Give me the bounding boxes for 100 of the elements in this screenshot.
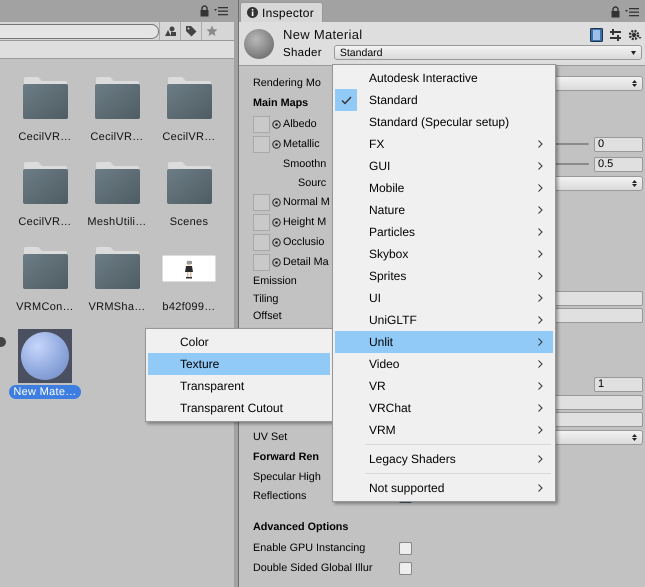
picker-icon[interactable]	[272, 258, 281, 266]
asset-name[interactable]: Scenes	[166, 215, 212, 229]
asset-name[interactable]: CecilVR…	[158, 130, 220, 144]
chevron-icon	[538, 404, 543, 412]
folder-icon[interactable]	[166, 76, 212, 120]
picker-icon[interactable]	[272, 120, 281, 128]
settings-icon[interactable]	[628, 28, 642, 42]
menu-item[interactable]: Unlit	[335, 331, 553, 353]
menu-item-label: Mobile	[369, 181, 404, 195]
menu-item[interactable]: Texture	[148, 353, 330, 375]
menu-item[interactable]: GUI	[335, 155, 553, 177]
lock-icon[interactable]	[610, 6, 621, 18]
menu-item-label: Not supported	[369, 481, 444, 495]
shapes-icon	[164, 26, 176, 36]
asset-name[interactable]: MeshUtili…	[83, 215, 151, 229]
menu-item[interactable]: UI	[335, 287, 553, 309]
property-label: Reflections	[253, 490, 306, 502]
menu-item-label: Legacy Shaders	[369, 452, 456, 466]
folder-icon[interactable]	[22, 246, 68, 290]
menu-item[interactable]: Legacy Shaders	[335, 448, 553, 470]
chevron-icon	[538, 426, 543, 434]
chevron-icon	[538, 455, 543, 463]
lock-icon[interactable]	[199, 5, 210, 17]
menu-item[interactable]: Color	[148, 331, 330, 353]
sliders-icon[interactable]	[609, 28, 622, 42]
property-label: Height M	[283, 216, 326, 228]
menu-item[interactable]: Particles	[335, 221, 553, 243]
folder-icon[interactable]	[22, 161, 68, 205]
chevron-icon	[538, 140, 543, 148]
property-label: Sourc	[298, 177, 326, 189]
book-icon[interactable]	[590, 28, 603, 42]
menu-item[interactable]: Autodesk Interactive	[335, 67, 553, 89]
menu-item-label: Standard (Specular setup)	[369, 115, 510, 129]
inspector-tab[interactable]: Inspector	[240, 2, 324, 22]
menu-item-label: GUI	[369, 159, 390, 173]
menu-icon[interactable]	[625, 7, 639, 17]
value-field[interactable]: 1	[594, 376, 643, 392]
menu-item[interactable]: Video	[335, 353, 553, 375]
asset-name[interactable]: CecilVR…	[14, 130, 76, 144]
shader-label: Shader	[283, 46, 322, 58]
folder-icon[interactable]	[94, 246, 140, 290]
menu-item-label: Particles	[369, 225, 416, 239]
checkbox[interactable]	[399, 542, 412, 554]
picker-icon[interactable]	[272, 140, 281, 148]
property-label: Double Sided Global Illur	[253, 562, 372, 574]
menu-item-label: Standard	[369, 93, 418, 107]
menu-item[interactable]: Nature	[335, 199, 553, 221]
folder-icon[interactable]	[94, 161, 140, 205]
picker-icon[interactable]	[272, 198, 281, 206]
menu-item[interactable]: VRChat	[335, 397, 553, 419]
menu-item[interactable]: Standard (Specular setup)	[335, 111, 553, 133]
picker-icon[interactable]	[272, 238, 281, 246]
property-label: Emission	[253, 275, 297, 287]
menu-item-label: Transparent Cutout	[180, 401, 283, 415]
value-field[interactable]: 0	[594, 136, 643, 152]
property-label: Metallic	[283, 138, 320, 150]
chevron-icon	[538, 272, 543, 280]
menu-item-label: Unlit	[369, 335, 394, 349]
asset-name[interactable]: New Mate…	[9, 385, 81, 399]
property-label: Albedo	[283, 118, 317, 130]
checkbox[interactable]	[399, 562, 412, 574]
menu-item[interactable]: VR	[335, 375, 553, 397]
asset-name[interactable]: b42f099…	[158, 300, 220, 314]
menu-item[interactable]: Skybox	[335, 243, 553, 265]
menu-item-label: Nature	[369, 203, 406, 217]
folder-icon[interactable]	[166, 161, 212, 205]
property-label: Rendering Mo	[253, 77, 321, 89]
folder-icon[interactable]	[94, 76, 140, 120]
property-label: Normal M	[283, 196, 330, 208]
menu-item-label: Autodesk Interactive	[369, 71, 478, 85]
menu-item-label: UniGLTF	[369, 313, 417, 327]
material-thumbnail[interactable]	[18, 329, 72, 383]
section-header: Forward Ren	[253, 451, 319, 463]
property-label: Specular High	[253, 471, 321, 483]
menu-icon[interactable]	[214, 6, 228, 16]
search-field[interactable]	[0, 24, 159, 38]
caret-icon	[632, 434, 637, 440]
menu-item[interactable]: VRM	[335, 419, 553, 441]
menu-item[interactable]: FX	[335, 133, 553, 155]
menu-item[interactable]: Transparent Cutout	[148, 397, 330, 419]
chevron-icon	[538, 162, 543, 170]
menu-item[interactable]: Mobile	[335, 177, 553, 199]
menu-item[interactable]: Transparent	[148, 375, 330, 397]
chevron-icon	[538, 338, 543, 346]
menu-item[interactable]: Sprites	[335, 265, 553, 287]
picker-icon[interactable]	[272, 218, 281, 226]
folder-icon[interactable]	[22, 76, 68, 120]
chevron-icon	[538, 228, 543, 236]
material-preview	[244, 28, 274, 58]
shader-dropdown[interactable]: Standard	[334, 45, 642, 60]
chevron-icon	[538, 360, 543, 368]
asset-name[interactable]: VRMCon…	[12, 300, 78, 314]
asset-name[interactable]: CecilVR…	[14, 215, 76, 229]
asset-name[interactable]: CecilVR…	[86, 130, 148, 144]
asset-name[interactable]: VRMSha…	[84, 300, 150, 314]
caret-icon	[632, 180, 637, 186]
menu-item[interactable]: UniGLTF	[335, 309, 553, 331]
value-field[interactable]: 0.5	[594, 156, 643, 172]
material-name: New Material	[283, 27, 362, 42]
menu-item[interactable]: Not supported	[335, 477, 553, 499]
